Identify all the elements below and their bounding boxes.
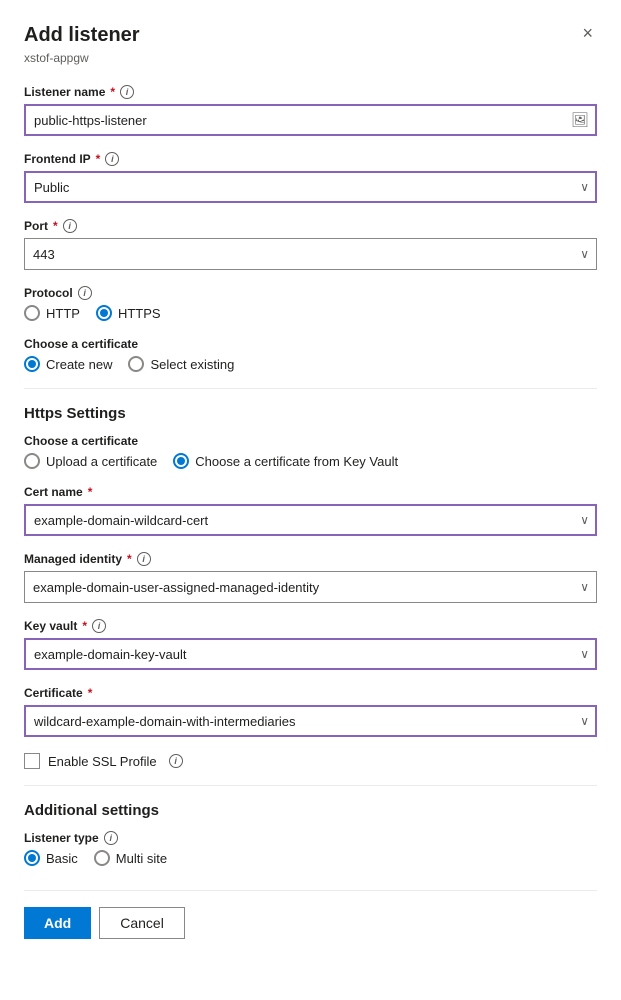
key-vault-label: Key vault * i [24, 619, 597, 633]
listener-type-group: Listener type i Basic Multi site [24, 831, 597, 866]
cert-create-new-item[interactable]: Create new [24, 356, 112, 372]
listener-type-radio-group: Basic Multi site [24, 850, 597, 866]
port-info-icon[interactable]: i [63, 219, 77, 233]
managed-identity-select[interactable]: example-domain-user-assigned-managed-ide… [24, 571, 597, 603]
add-button[interactable]: Add [24, 907, 91, 939]
protocol-http-item[interactable]: HTTP [24, 305, 80, 321]
required-star-6: * [82, 619, 87, 633]
protocol-http-radio[interactable] [24, 305, 40, 321]
listener-type-multisite-label: Multi site [116, 851, 167, 866]
frontend-ip-group: Frontend IP * i Public Private ∨ [24, 152, 597, 203]
listener-type-basic-label: Basic [46, 851, 78, 866]
cert-name-group: Cert name * example-domain-wildcard-cert… [24, 485, 597, 536]
add-listener-panel: Add listener × xstof-appgw Listener name… [0, 0, 621, 1000]
cert-create-new-radio[interactable] [24, 356, 40, 372]
upload-cert-label: Upload a certificate [46, 454, 157, 469]
section-divider [24, 388, 597, 389]
listener-type-basic-radio[interactable] [24, 850, 40, 866]
protocol-radio-group: HTTP HTTPS [24, 305, 597, 321]
choose-cert-label: Choose a certificate [24, 337, 597, 351]
key-vault-info-icon[interactable]: i [92, 619, 106, 633]
port-label: Port * i [24, 219, 597, 233]
frontend-ip-label: Frontend IP * i [24, 152, 597, 166]
protocol-https-label: HTTPS [118, 306, 161, 321]
port-group: Port * i 443 80 ∨ [24, 219, 597, 270]
cert-select-existing-label: Select existing [150, 357, 234, 372]
listener-name-icon: 🖼 [571, 112, 589, 129]
frontend-ip-select[interactable]: Public Private [24, 171, 597, 203]
key-vault-cert-label: Choose a certificate from Key Vault [195, 454, 398, 469]
managed-identity-label: Managed identity * i [24, 552, 597, 566]
listener-type-multisite-radio[interactable] [94, 850, 110, 866]
listener-type-basic-item[interactable]: Basic [24, 850, 78, 866]
additional-settings-divider [24, 785, 597, 786]
cancel-button[interactable]: Cancel [99, 907, 185, 939]
choose-cert-radio-group: Create new Select existing [24, 356, 597, 372]
panel-footer: Add Cancel [24, 890, 597, 939]
required-star-4: * [88, 485, 93, 499]
cert-select-existing-radio[interactable] [128, 356, 144, 372]
required-star-5: * [127, 552, 132, 566]
frontend-ip-select-wrapper: Public Private ∨ [24, 171, 597, 203]
frontend-ip-info-icon[interactable]: i [105, 152, 119, 166]
upload-cert-item[interactable]: Upload a certificate [24, 453, 157, 469]
additional-settings-title: Additional settings [24, 802, 597, 819]
cert-name-select[interactable]: example-domain-wildcard-cert [24, 504, 597, 536]
listener-type-info-icon[interactable]: i [104, 831, 118, 845]
choose-cert-group: Choose a certificate Create new Select e… [24, 337, 597, 372]
managed-identity-group: Managed identity * i example-domain-user… [24, 552, 597, 603]
upload-cert-radio[interactable] [24, 453, 40, 469]
close-button[interactable]: × [578, 24, 597, 42]
key-vault-group: Key vault * i example-domain-key-vault ∨ [24, 619, 597, 670]
cert-create-new-label: Create new [46, 357, 112, 372]
ssl-profile-checkbox[interactable] [24, 753, 40, 769]
https-settings-section: Https Settings Choose a certificate Uplo… [24, 405, 597, 737]
cert-select-existing-item[interactable]: Select existing [128, 356, 234, 372]
protocol-info-icon[interactable]: i [78, 286, 92, 300]
panel-subtitle: xstof-appgw [24, 51, 597, 65]
cert-name-label: Cert name * [24, 485, 597, 499]
cert-name-select-wrapper: example-domain-wildcard-cert ∨ [24, 504, 597, 536]
listener-type-multisite-item[interactable]: Multi site [94, 850, 167, 866]
protocol-https-item[interactable]: HTTPS [96, 305, 161, 321]
additional-settings-section: Additional settings Listener type i Basi… [24, 802, 597, 866]
port-select[interactable]: 443 80 [24, 238, 597, 270]
listener-name-input[interactable] [24, 104, 597, 136]
panel-title: Add listener [24, 24, 140, 47]
required-star-7: * [88, 686, 93, 700]
ssl-profile-checkbox-label: Enable SSL Profile [48, 754, 157, 769]
key-vault-select[interactable]: example-domain-key-vault [24, 638, 597, 670]
port-select-wrapper: 443 80 ∨ [24, 238, 597, 270]
protocol-group: Protocol i HTTP HTTPS [24, 286, 597, 321]
ssl-profile-checkbox-item[interactable]: Enable SSL Profile i [24, 753, 597, 769]
https-choose-cert-group: Choose a certificate Upload a certificat… [24, 434, 597, 469]
certificate-label: Certificate * [24, 686, 597, 700]
protocol-https-radio[interactable] [96, 305, 112, 321]
https-cert-radio-group: Upload a certificate Choose a certificat… [24, 453, 597, 469]
certificate-select[interactable]: wildcard-example-domain-with-intermediar… [24, 705, 597, 737]
required-star: * [110, 85, 115, 99]
listener-name-label: Listener name * i [24, 85, 597, 99]
panel-header: Add listener × [24, 24, 597, 47]
https-settings-title: Https Settings [24, 405, 597, 422]
listener-name-info-icon[interactable]: i [120, 85, 134, 99]
managed-identity-info-icon[interactable]: i [137, 552, 151, 566]
listener-name-group: Listener name * i 🖼 [24, 85, 597, 136]
key-vault-select-wrapper: example-domain-key-vault ∨ [24, 638, 597, 670]
listener-name-input-wrapper: 🖼 [24, 104, 597, 136]
required-star-2: * [96, 152, 101, 166]
key-vault-cert-radio[interactable] [173, 453, 189, 469]
protocol-label: Protocol i [24, 286, 597, 300]
listener-type-label: Listener type i [24, 831, 597, 845]
required-star-3: * [53, 219, 58, 233]
protocol-http-label: HTTP [46, 306, 80, 321]
certificate-group: Certificate * wildcard-example-domain-wi… [24, 686, 597, 737]
https-choose-cert-label: Choose a certificate [24, 434, 597, 448]
key-vault-cert-item[interactable]: Choose a certificate from Key Vault [173, 453, 398, 469]
ssl-profile-group: Enable SSL Profile i [24, 753, 597, 769]
certificate-select-wrapper: wildcard-example-domain-with-intermediar… [24, 705, 597, 737]
managed-identity-select-wrapper: example-domain-user-assigned-managed-ide… [24, 571, 597, 603]
ssl-profile-info-icon[interactable]: i [169, 754, 183, 768]
